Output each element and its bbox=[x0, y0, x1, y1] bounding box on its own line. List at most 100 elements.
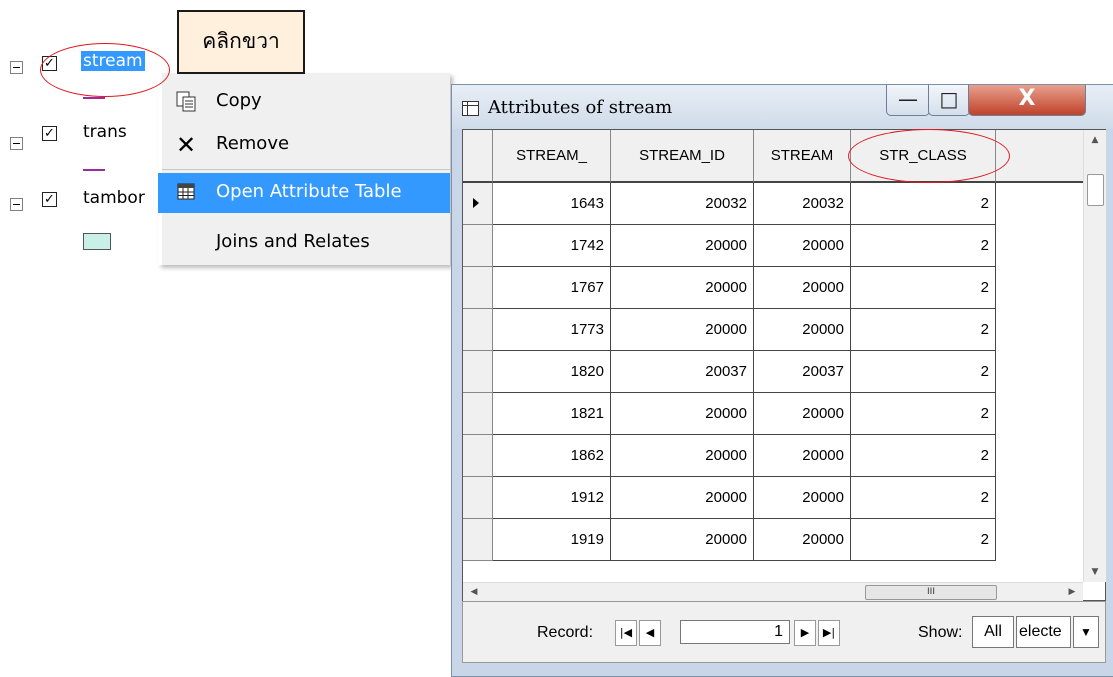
show-label: Show: bbox=[918, 624, 963, 641]
table-cell[interactable]: 20037 bbox=[754, 351, 851, 393]
row-selector[interactable] bbox=[463, 225, 493, 267]
minimize-icon: — bbox=[898, 87, 918, 111]
table-cell[interactable]: 20000 bbox=[611, 435, 754, 477]
table-cell[interactable]: 20000 bbox=[754, 309, 851, 351]
row-selector[interactable] bbox=[463, 519, 493, 561]
table-cell[interactable]: 2 bbox=[851, 267, 996, 309]
record-label: Record: bbox=[537, 624, 594, 641]
table-cell[interactable]: 2 bbox=[851, 519, 996, 561]
copy-icon bbox=[174, 90, 198, 114]
table-cell[interactable]: 20037 bbox=[611, 351, 754, 393]
menu-item-joins-and-relates[interactable]: Joins and Relates bbox=[158, 223, 450, 263]
table-cell[interactable]: 2 bbox=[851, 225, 996, 267]
current-row-arrow-icon bbox=[473, 198, 479, 208]
menu-item-remove[interactable]: ✕ Remove bbox=[158, 125, 450, 165]
table-cell[interactable]: 20000 bbox=[754, 519, 851, 561]
row-selector[interactable] bbox=[463, 435, 493, 477]
menu-item-copy[interactable]: Copy bbox=[158, 82, 450, 122]
attribute-table: STREAM_ STREAM_ID STREAM STR_CLASS 1643 2… bbox=[463, 130, 1083, 582]
collapse-toggle-tambon[interactable] bbox=[10, 198, 23, 211]
layer-checkbox-trans[interactable]: ✓ bbox=[42, 126, 57, 141]
vertical-scroll-thumb[interactable] bbox=[1087, 174, 1104, 206]
right-click-callout: คลิกขวา bbox=[177, 10, 305, 74]
table-cell[interactable]: 20000 bbox=[754, 225, 851, 267]
table-cell[interactable]: 20000 bbox=[754, 435, 851, 477]
row-selector[interactable] bbox=[463, 267, 493, 309]
table-cell[interactable]: 20000 bbox=[754, 267, 851, 309]
highlight-ellipse-stream bbox=[40, 43, 170, 97]
menu-item-open-attribute-table[interactable]: Open Attribute Table bbox=[158, 173, 450, 213]
attributes-window: Attributes of stream — □ X STREAM_ STREA… bbox=[451, 84, 1113, 677]
table-cell[interactable]: 20000 bbox=[611, 267, 754, 309]
row-selector[interactable] bbox=[463, 477, 493, 519]
table-cell[interactable]: 20000 bbox=[611, 519, 754, 561]
highlight-ellipse-str-class bbox=[848, 129, 1010, 183]
maximize-button[interactable]: □ bbox=[928, 85, 970, 116]
table-icon bbox=[462, 101, 479, 116]
row-selector[interactable] bbox=[463, 393, 493, 435]
record-navigation-bar: Record: |◀ ◀ 1 ▶ ▶| Show: All electe ▼ bbox=[462, 601, 1106, 663]
table-cell[interactable]: 20000 bbox=[611, 477, 754, 519]
layer-name-trans[interactable]: trans bbox=[83, 122, 127, 142]
table-cell[interactable]: 20000 bbox=[611, 225, 754, 267]
table-cell[interactable]: 1767 bbox=[493, 267, 611, 309]
table-cell[interactable]: 1912 bbox=[493, 477, 611, 519]
menu-item-open-attribute-table-label: Open Attribute Table bbox=[216, 181, 402, 202]
legend-line-stream bbox=[83, 97, 105, 99]
vertical-scrollbar[interactable]: ▲ ▼ bbox=[1083, 130, 1106, 582]
column-header[interactable]: STREAM bbox=[754, 130, 851, 183]
table-cell[interactable]: 20032 bbox=[754, 183, 851, 225]
row-selector[interactable] bbox=[463, 183, 493, 225]
table-cell[interactable]: 20000 bbox=[611, 309, 754, 351]
scroll-left-icon[interactable]: ◀ bbox=[463, 583, 485, 601]
column-header[interactable]: STREAM_ bbox=[493, 130, 611, 183]
attribute-table-area: STREAM_ STREAM_ID STREAM STR_CLASS 1643 2… bbox=[462, 129, 1106, 601]
previous-record-button[interactable]: ◀ bbox=[639, 620, 661, 646]
table-cell[interactable]: 2 bbox=[851, 435, 996, 477]
first-record-button[interactable]: |◀ bbox=[615, 620, 637, 646]
scroll-down-icon[interactable]: ▼ bbox=[1084, 562, 1106, 582]
table-cell[interactable]: 1773 bbox=[493, 309, 611, 351]
column-header[interactable]: STREAM_ID bbox=[611, 130, 754, 183]
table-cell[interactable]: 1742 bbox=[493, 225, 611, 267]
window-title-bar[interactable]: Attributes of stream — □ X bbox=[452, 85, 1113, 129]
table-cell[interactable]: 2 bbox=[851, 393, 996, 435]
last-record-button[interactable]: ▶| bbox=[818, 620, 840, 646]
row-selector[interactable] bbox=[463, 309, 493, 351]
row-selector[interactable] bbox=[463, 351, 493, 393]
show-selected-button[interactable]: electe bbox=[1016, 616, 1071, 648]
table-cell[interactable]: 1919 bbox=[493, 519, 611, 561]
collapse-toggle-trans[interactable] bbox=[10, 137, 23, 150]
table-cell[interactable]: 1821 bbox=[493, 393, 611, 435]
menu-item-joins-and-relates-label: Joins and Relates bbox=[216, 231, 370, 252]
menu-item-copy-label: Copy bbox=[216, 90, 262, 111]
minimize-button[interactable]: — bbox=[886, 85, 930, 116]
table-cell[interactable]: 2 bbox=[851, 309, 996, 351]
table-cell[interactable]: 1862 bbox=[493, 435, 611, 477]
remove-x-icon: ✕ bbox=[175, 131, 197, 159]
table-icon bbox=[174, 181, 198, 205]
table-cell[interactable]: 2 bbox=[851, 183, 996, 225]
show-all-button[interactable]: All bbox=[972, 616, 1014, 648]
horizontal-scrollbar[interactable]: ◀ III ▶ bbox=[463, 582, 1083, 601]
table-cell[interactable]: 1820 bbox=[493, 351, 611, 393]
close-button[interactable]: X bbox=[968, 85, 1086, 116]
table-cell[interactable]: 20032 bbox=[611, 183, 754, 225]
layer-context-menu: Copy ✕ Remove Open Attribute Table Joins… bbox=[158, 73, 450, 265]
table-cell[interactable]: 1643 bbox=[493, 183, 611, 225]
horizontal-scroll-thumb[interactable]: III bbox=[865, 585, 997, 600]
table-cell[interactable]: 20000 bbox=[754, 477, 851, 519]
next-record-button[interactable]: ▶ bbox=[794, 620, 816, 646]
scroll-right-icon[interactable]: ▶ bbox=[1061, 583, 1083, 601]
table-cell[interactable]: 2 bbox=[851, 351, 996, 393]
layer-name-tambon[interactable]: tambor bbox=[83, 188, 145, 208]
table-cell[interactable]: 20000 bbox=[754, 393, 851, 435]
layer-checkbox-tambon[interactable]: ✓ bbox=[42, 192, 57, 207]
table-cell[interactable]: 20000 bbox=[611, 393, 754, 435]
record-number-field[interactable]: 1 bbox=[680, 620, 790, 644]
options-dropdown-button[interactable]: ▼ bbox=[1073, 616, 1099, 648]
scroll-up-icon[interactable]: ▲ bbox=[1084, 130, 1106, 150]
collapse-toggle-stream[interactable] bbox=[10, 61, 23, 74]
legend-line-trans bbox=[83, 169, 105, 171]
table-cell[interactable]: 2 bbox=[851, 477, 996, 519]
